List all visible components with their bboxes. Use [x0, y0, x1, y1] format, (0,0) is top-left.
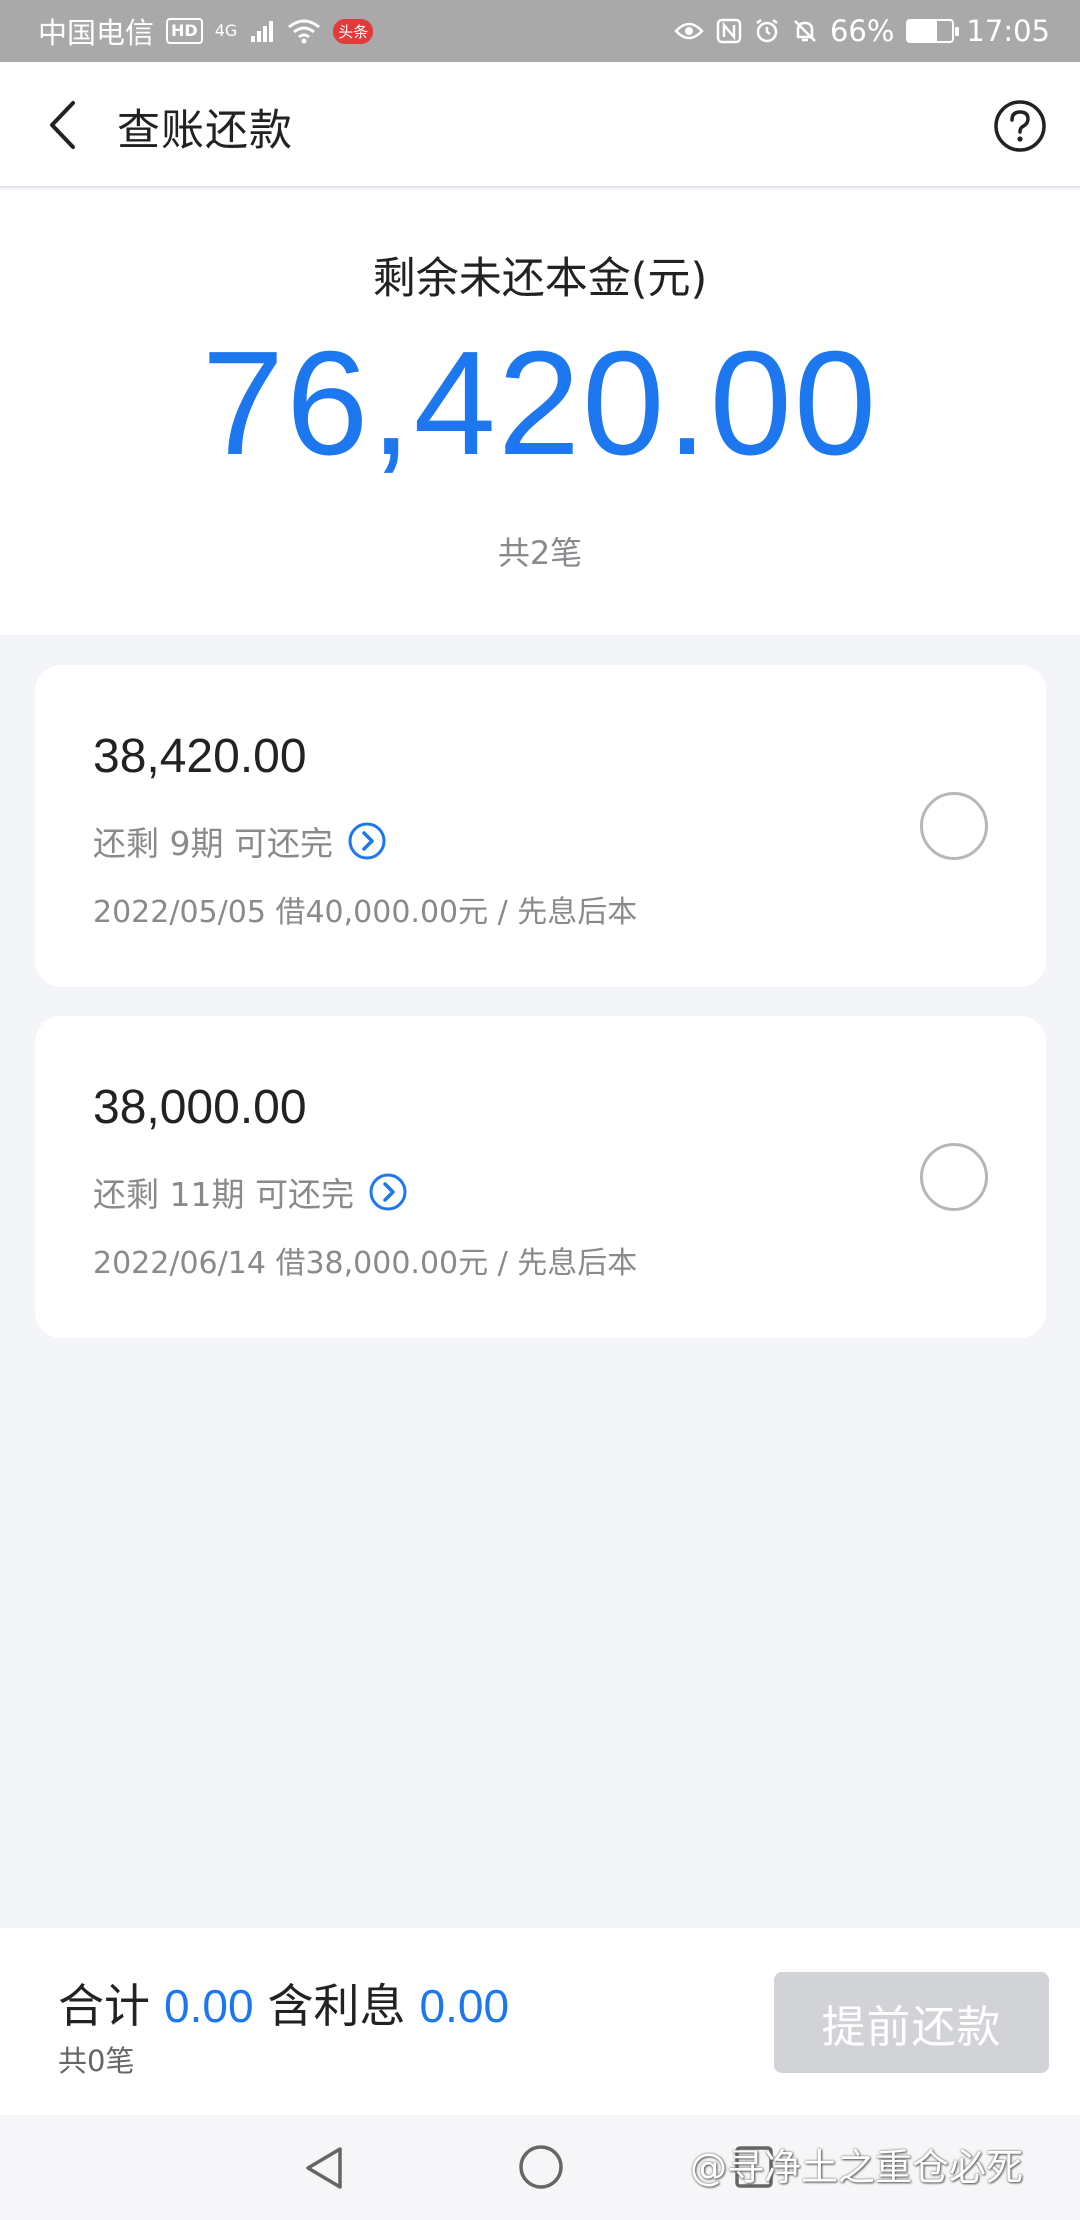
status-left: 中国电信 HD 4G 头条 [38, 10, 374, 52]
prepay-button[interactable]: 提前还款 [774, 1972, 1049, 2073]
alarm-icon [756, 19, 778, 43]
loan-remaining-periods[interactable]: 还剩 11期 可还完 [93, 1168, 408, 1216]
selected-count: 共0笔 [58, 2044, 135, 2078]
battery-fill [908, 21, 938, 41]
watermark-text: @寻净土之重仓必死 [690, 2146, 1023, 2189]
chevron-right-circle-icon[interactable] [368, 1172, 408, 1212]
network-type: 4G [214, 21, 238, 40]
chevron-right-circle-icon[interactable] [347, 821, 387, 861]
back-button[interactable] [34, 96, 90, 154]
nav-back-icon[interactable] [300, 2143, 348, 2193]
help-button[interactable] [993, 99, 1047, 153]
signal-icon [251, 21, 274, 42]
question-circle-icon [994, 100, 1046, 152]
system-nav-bar: @寻净土之重仓必死 [0, 2115, 1080, 2220]
loan-amount: 38,420.00 [93, 730, 307, 783]
bottom-bar: 合计 0.00 含利息 0.00 共0笔 提前还款 [0, 1928, 1080, 2115]
loan-select-radio[interactable] [920, 792, 988, 860]
mute-bell-icon [794, 20, 816, 42]
nfc-icon [716, 18, 742, 44]
carrier-label: 中国电信 [38, 16, 155, 50]
status-bar: 中国电信 HD 4G 头条 66% 17:05 [0, 0, 1080, 62]
news-badge: 头条 [333, 18, 374, 44]
total-value: 0.00 [164, 1980, 254, 2032]
chevron-left-icon [50, 101, 75, 149]
loan-remaining-label: 还剩 11期 可还完 [93, 1175, 354, 1214]
remaining-principal-amount: 76,420.00 [201, 321, 879, 486]
battery-percent: 66% [829, 14, 895, 48]
loan-amount: 38,000.00 [93, 1081, 307, 1134]
loan-card[interactable]: 38,420.00 还剩 9期 可还完 2022/05/05 借40,000.0… [35, 665, 1046, 987]
loan-count: 共2笔 [497, 534, 583, 572]
status-right: 66% 17:05 [674, 14, 1050, 48]
nav-home-icon[interactable] [517, 2143, 565, 2191]
loan-remaining-periods[interactable]: 还剩 9期 可还完 [93, 817, 387, 865]
loan-select-radio[interactable] [920, 1143, 988, 1211]
hd-badge: HD [166, 18, 203, 44]
app-header: 查账还款 [0, 62, 1080, 188]
loan-card[interactable]: 38,000.00 还剩 11期 可还完 2022/06/14 借38,000.… [35, 1016, 1046, 1338]
page-title: 查账还款 [117, 106, 293, 156]
total-line: 合计 0.00 含利息 0.00 [58, 1970, 523, 2036]
loan-remaining-label: 还剩 9期 可还完 [93, 824, 333, 863]
total-label: 合计 [58, 1979, 150, 2033]
battery-icon [906, 19, 960, 43]
interest-label: 含利息 [267, 1979, 406, 2033]
interest-value: 0.00 [419, 1980, 510, 2032]
wifi-icon [288, 19, 321, 44]
loan-detail: 2022/06/14 借38,000.00元 / 先息后本 [93, 1246, 638, 1281]
eye-icon [674, 22, 704, 40]
loan-detail: 2022/05/05 借40,000.00元 / 先息后本 [93, 895, 638, 930]
clock: 17:05 [966, 14, 1050, 48]
remaining-principal-label: 剩余未还本金(元) [372, 254, 708, 304]
summary-panel: 剩余未还本金(元) 76,420.00 共2笔 [0, 190, 1080, 635]
